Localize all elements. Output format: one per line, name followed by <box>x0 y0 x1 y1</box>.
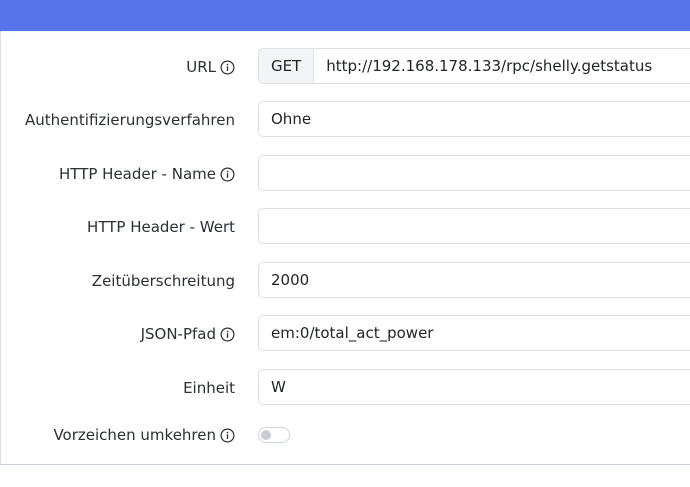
info-icon[interactable] <box>220 60 235 75</box>
timeout-input[interactable]: 2000 <box>258 262 690 298</box>
json-path-value: em:0/total_act_power <box>271 324 434 342</box>
json-path-row: JSON-Pfad em:0/total_act_power <box>0 315 690 353</box>
timeout-value: 2000 <box>271 271 310 289</box>
top-bar <box>0 0 690 31</box>
header-name-input[interactable] <box>258 155 690 191</box>
json-path-label: JSON-Pfad <box>141 315 235 353</box>
invert-sign-label: Vorzeichen umkehren <box>53 416 235 454</box>
header-value-label: HTTP Header - Wert <box>87 218 235 236</box>
info-icon[interactable] <box>220 167 235 182</box>
timeout-label: Zeitüberschreitung <box>91 272 235 290</box>
invert-sign-toggle[interactable] <box>258 427 290 443</box>
json-path-input[interactable]: em:0/total_act_power <box>258 315 690 351</box>
url-value: http://192.168.178.133/rpc/shelly.getsta… <box>326 57 653 75</box>
auth-select[interactable]: Ohne <box>258 101 690 137</box>
header-value-input[interactable] <box>258 208 690 244</box>
divider <box>0 464 690 465</box>
info-icon[interactable] <box>220 327 235 342</box>
info-icon[interactable] <box>220 428 235 443</box>
url-label: URL <box>186 48 235 86</box>
url-row: URL GET http://192.168.178.133/rpc/shell… <box>0 48 690 86</box>
header-name-row: HTTP Header - Name <box>0 155 690 193</box>
timeout-row: Zeitüberschreitung 2000 <box>0 262 690 300</box>
unit-label: Einheit <box>183 379 235 397</box>
http-method-addon[interactable]: GET <box>259 49 315 83</box>
header-name-label: HTTP Header - Name <box>59 155 235 193</box>
auth-value: Ohne <box>271 110 312 128</box>
url-input[interactable]: GET http://192.168.178.133/rpc/shelly.ge… <box>258 48 690 84</box>
unit-row: Einheit W <box>0 369 690 407</box>
unit-input[interactable]: W <box>258 369 690 405</box>
auth-row: Authentifizierungsverfahren Ohne <box>0 101 690 139</box>
invert-sign-row: Vorzeichen umkehren <box>0 416 690 454</box>
toggle-knob <box>261 430 271 440</box>
header-value-row: HTTP Header - Wert <box>0 208 690 246</box>
unit-value: W <box>271 378 286 396</box>
auth-label: Authentifizierungsverfahren <box>25 111 235 129</box>
